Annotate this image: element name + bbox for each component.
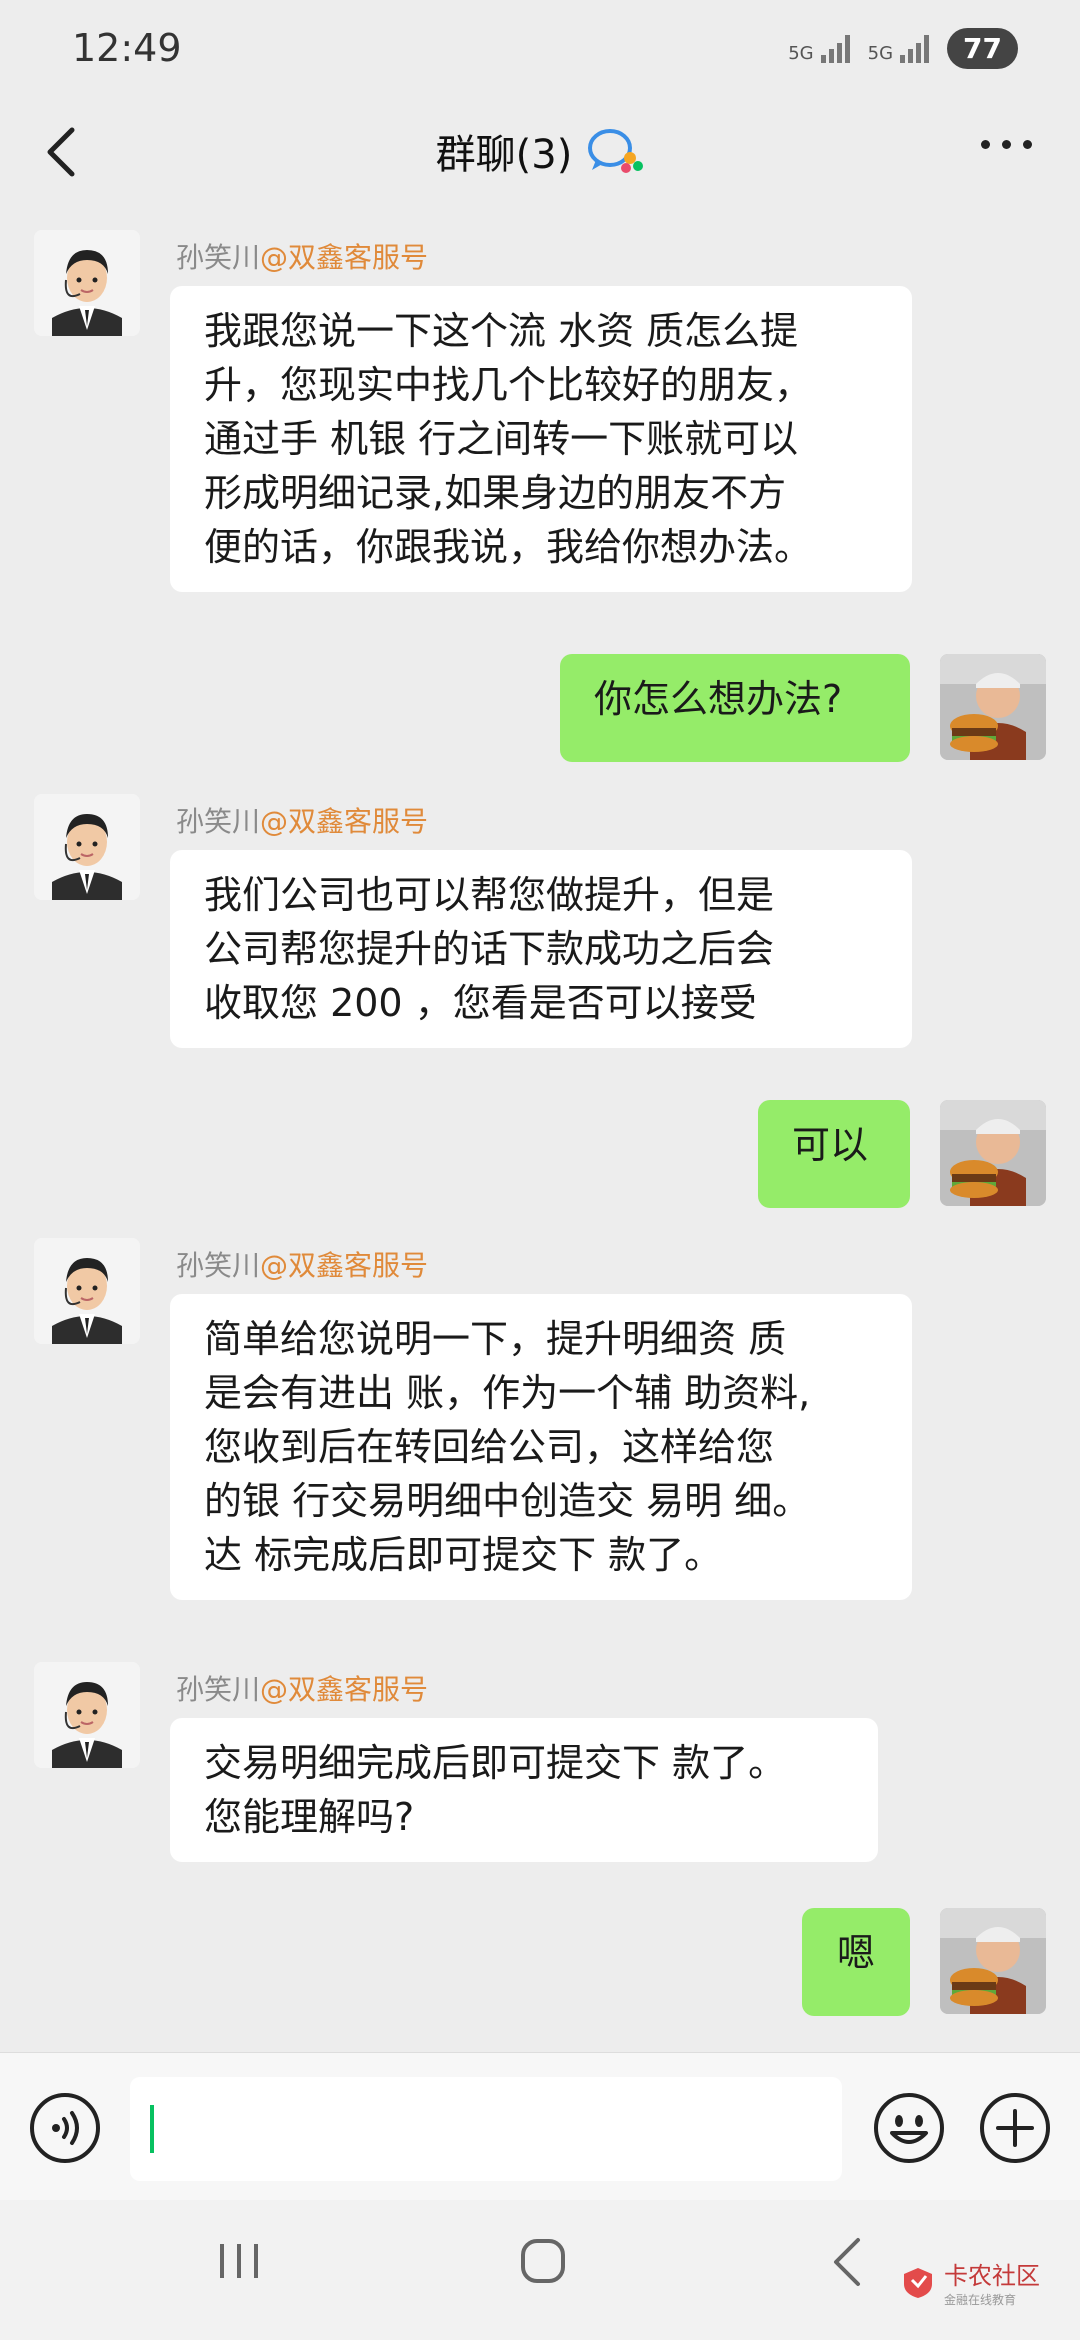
network-2-icon: 5G (868, 33, 930, 63)
emoji-icon[interactable] (872, 2091, 946, 2165)
back-nav-icon[interactable] (828, 2236, 868, 2288)
my-avatar[interactable] (940, 1908, 1046, 2014)
chat-header: 群聊(3) (0, 96, 1080, 206)
message-bubble[interactable]: 简单给您说明一下，提升明细资 质 是会有进出 账，作为一个辅 助资料, 您收到后… (170, 1294, 912, 1600)
agent-avatar[interactable] (34, 230, 140, 336)
input-bar (0, 2052, 1080, 2201)
my-avatar[interactable] (940, 654, 1046, 760)
voice-input-icon[interactable] (28, 2091, 102, 2165)
status-icons: 5G 5G 77 (788, 27, 1018, 69)
sender-label: 孙笑川@双鑫客服号 (176, 805, 429, 838)
status-bar: 12:49 5G 5G 77 (0, 0, 1080, 96)
sender-label: 孙笑川@双鑫客服号 (176, 241, 429, 274)
network-1-icon: 5G (788, 33, 850, 63)
status-time: 12:49 (72, 26, 182, 70)
more-options-icon[interactable] (981, 140, 1032, 149)
my-message-bubble[interactable]: 你怎么想办法? (560, 654, 910, 762)
back-arrow-icon[interactable] (42, 124, 82, 180)
message-list: 孙笑川@双鑫客服号 我跟您说一下这个流 水资 质怎么提 升，您现实中找几个比较好… (0, 206, 1080, 2052)
battery-indicator: 77 (947, 27, 1018, 69)
group-chat-icon (588, 129, 644, 173)
my-avatar[interactable] (940, 1100, 1046, 1206)
text-cursor (150, 2105, 154, 2153)
agent-avatar[interactable] (34, 1662, 140, 1768)
my-message-bubble[interactable]: 嗯 (802, 1908, 910, 2016)
agent-avatar[interactable] (34, 794, 140, 900)
watermark-name: 卡农社区 (944, 2262, 1040, 2290)
message-input[interactable] (130, 2077, 842, 2181)
recent-apps-icon[interactable] (214, 2236, 264, 2286)
my-message-bubble[interactable]: 可以 (758, 1100, 910, 1208)
watermark: 卡农社区 金融在线教育 (900, 2256, 1040, 2308)
sender-label: 孙笑川@双鑫客服号 (176, 1673, 429, 1706)
add-attachment-icon[interactable] (978, 2091, 1052, 2165)
watermark-tagline: 金融在线教育 (944, 2293, 1017, 2307)
message-bubble[interactable]: 我跟您说一下这个流 水资 质怎么提 升，您现实中找几个比较好的朋友， 通过手 机… (170, 286, 912, 592)
message-bubble[interactable]: 交易明细完成后即可提交下 款了。 您能理解吗? (170, 1718, 878, 1862)
agent-avatar[interactable] (34, 1238, 140, 1344)
message-bubble[interactable]: 我们公司也可以帮您做提升，但是 公司帮您提升的话下款成功之后会 收取您 200 … (170, 850, 912, 1048)
sender-label: 孙笑川@双鑫客服号 (176, 1249, 429, 1282)
watermark-logo-icon (904, 2268, 932, 2298)
chat-title: 群聊(3) (435, 132, 573, 178)
home-icon[interactable] (518, 2236, 568, 2286)
